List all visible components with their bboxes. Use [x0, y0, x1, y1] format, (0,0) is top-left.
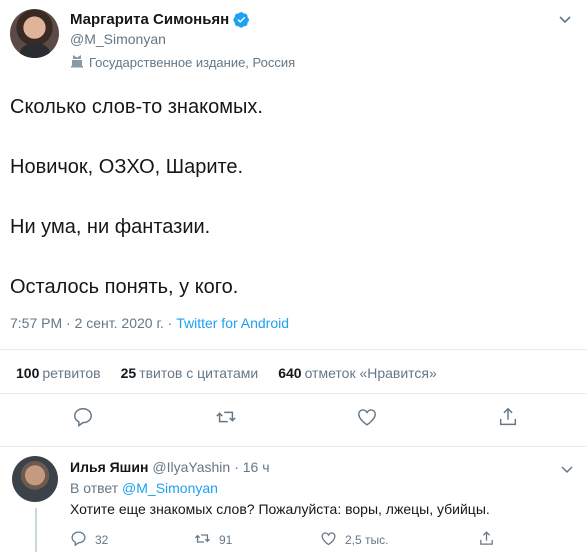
quotes-label: твитов с цитатами	[139, 365, 259, 381]
quotes-stat[interactable]: 25 твитов с цитатами	[121, 365, 259, 381]
likes-stat[interactable]: 640 отметок «Нравится»	[278, 365, 437, 381]
state-media-icon	[70, 54, 84, 71]
tweet-line: Новичок, ОЗХО, Шарите.	[10, 156, 244, 178]
divider	[0, 446, 587, 447]
replying-to-prefix: В ответ	[70, 480, 119, 496]
author-avatar[interactable]	[10, 9, 59, 58]
divider	[0, 349, 587, 350]
reply-tweet[interactable]: Илья Яшин @IlyaYashin · 16 ч В ответ @M_…	[0, 450, 587, 552]
retweet-icon[interactable]	[215, 406, 237, 428]
tweet-line: Сколько слов-то знакомых.	[10, 96, 263, 118]
divider	[0, 393, 587, 394]
caret-down-icon[interactable]	[559, 461, 575, 477]
author-display-name[interactable]: Маргарита Симоньян	[70, 11, 229, 28]
reply-author-avatar[interactable]	[12, 456, 58, 502]
reply-icon[interactable]	[72, 406, 94, 428]
reply-reply-count: 32	[95, 533, 109, 547]
likes-label: отметок «Нравится»	[304, 365, 437, 381]
reply-author-handle[interactable]: @IlyaYashin	[152, 459, 230, 475]
tweet-source-link[interactable]: Twitter for Android	[176, 315, 289, 331]
reply-like-button[interactable]: 2,5 тыс.	[320, 530, 388, 550]
quotes-count: 25	[120, 365, 137, 381]
tweet-line: Ни ума, ни фантазии.	[10, 216, 211, 238]
share-icon	[478, 530, 495, 550]
reply-retweet-count: 91	[219, 533, 233, 547]
reply-author-name[interactable]: Илья Яшин	[70, 459, 148, 475]
reply-retweet-button[interactable]: 91	[194, 530, 232, 550]
tweet-meta: 7:57 PM · 2 сент. 2020 г. · Twitter for …	[10, 315, 289, 331]
author-name-row: Маргарита Симоньян	[70, 11, 250, 28]
tweet-body: Сколько слов-то знакомых. Новичок, ОЗХО,…	[10, 95, 570, 335]
state-media-label[interactable]: Государственное издание, Россия	[70, 54, 295, 71]
caret-down-icon[interactable]	[556, 10, 574, 28]
retweet-icon	[194, 530, 211, 550]
reply-header: Илья Яшин @IlyaYashin · 16 ч	[70, 459, 270, 475]
verified-badge-icon	[233, 11, 250, 28]
retweets-stat[interactable]: 100 ретвитов	[16, 365, 101, 381]
author-handle[interactable]: @M_Simonyan	[70, 31, 166, 47]
likes-count: 640	[278, 365, 302, 381]
like-icon[interactable]	[356, 406, 378, 428]
retweets-label: ретвитов	[42, 365, 101, 381]
like-icon	[320, 530, 337, 550]
share-icon[interactable]	[497, 406, 519, 428]
tweet-timestamp[interactable]: 7:57 PM · 2 сент. 2020 г. ·	[10, 315, 176, 331]
reply-time[interactable]: · 16 ч	[234, 459, 269, 475]
retweets-count: 100	[16, 365, 40, 381]
tweet-stats: 100 ретвитов 25 твитов с цитатами 640 отмет…	[16, 365, 437, 381]
reply-text: Хотите еще знакомых слов? Пожалуйста: во…	[70, 501, 490, 517]
reply-icon	[70, 530, 87, 550]
tweet-line: Осталось понять, у кого.	[10, 276, 239, 298]
thread-line	[35, 508, 37, 552]
reply-share-button[interactable]	[478, 530, 495, 550]
tweet-actions	[0, 406, 587, 436]
reply-reply-button[interactable]: 32	[70, 530, 108, 550]
reply-like-count: 2,5 тыс.	[345, 533, 389, 547]
replying-to-mention[interactable]: @M_Simonyan	[122, 480, 218, 496]
reply-actions: 32 91 2,5 тыс.	[70, 530, 570, 550]
state-media-text: Государственное издание, Россия	[89, 55, 296, 70]
replying-to: В ответ @M_Simonyan	[70, 480, 218, 496]
